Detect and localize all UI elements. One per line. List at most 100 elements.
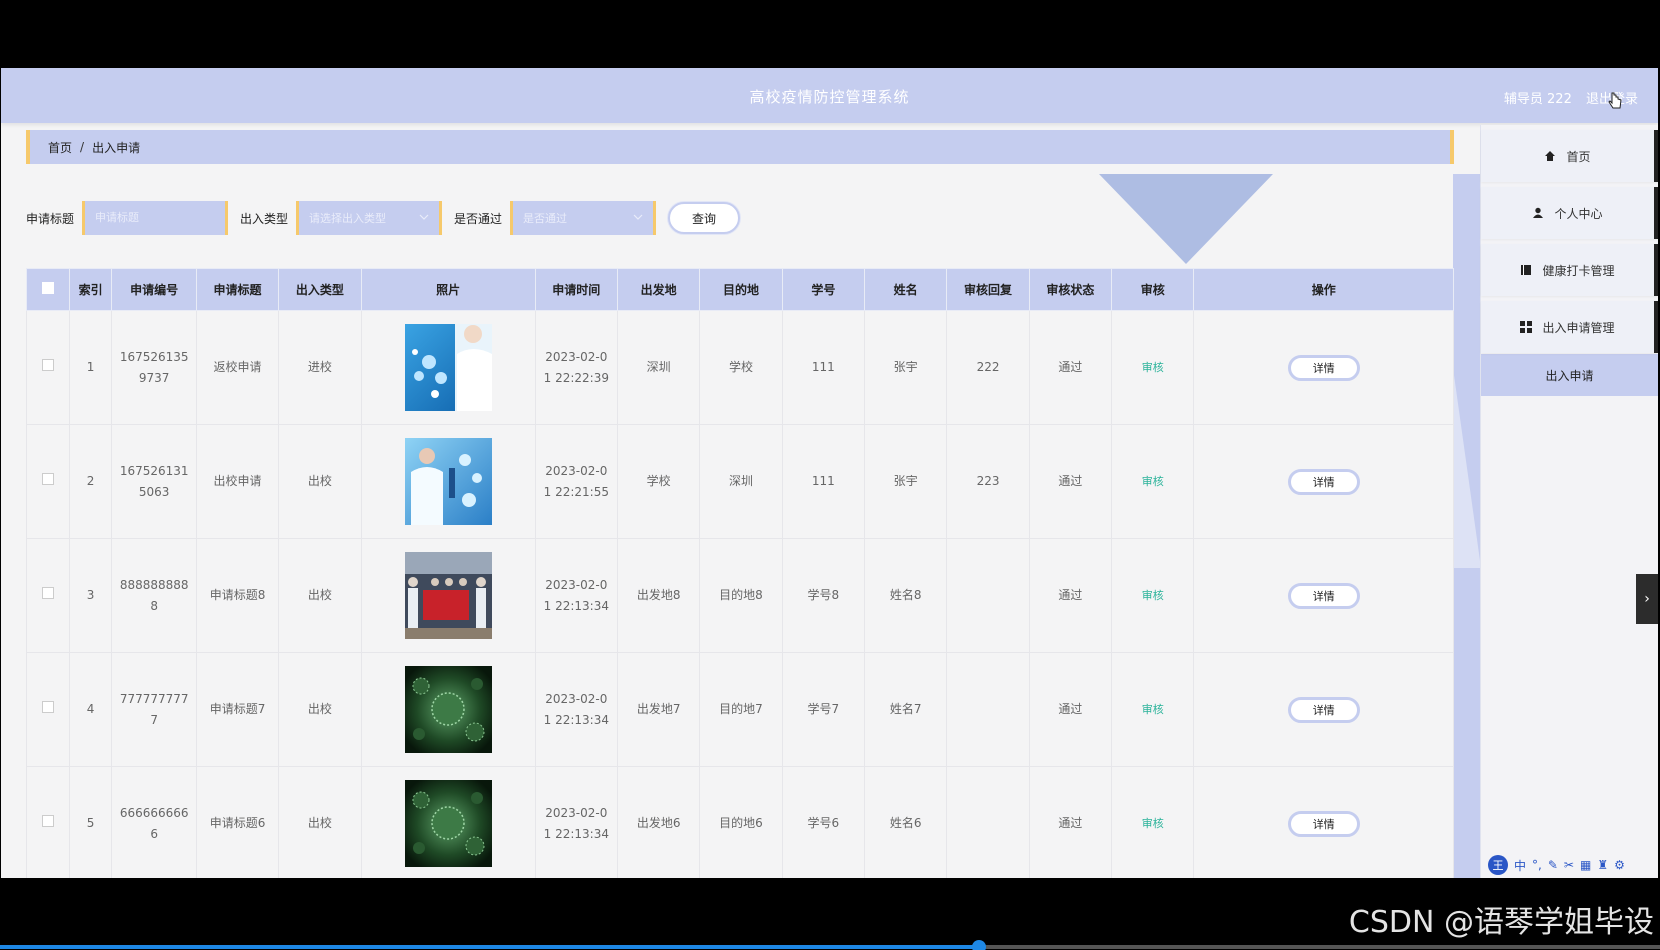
cell-to: 目的地7 xyxy=(699,652,783,767)
table-row: 2 167526131 5063 出校申请 出校 2023-02-0 1 22:… xyxy=(26,424,1454,539)
cell-name: 姓名7 xyxy=(864,652,948,767)
gear-icon[interactable]: ⚙ xyxy=(1614,858,1625,872)
cell-title: 申请标题7 xyxy=(195,652,280,767)
sidebar-item-label: 首页 xyxy=(1566,149,1591,164)
cell-time-line: 1 22:21:55 xyxy=(543,484,609,499)
search-bar: 申请标题 出入类型 请选择出入类型 是否通过 是否通过 查询 xyxy=(26,200,741,236)
audit-link[interactable]: 审核 xyxy=(1142,703,1164,716)
cell-student-no: 111 xyxy=(781,424,866,539)
cell-number: 167526131 5063 xyxy=(111,424,197,539)
cell-status: 通过 xyxy=(1028,538,1113,653)
scissors-icon[interactable]: ✂ xyxy=(1564,858,1574,872)
cell-time-line: 2023-02-0 xyxy=(545,349,608,364)
row-checkbox[interactable] xyxy=(41,587,54,599)
column-header: 审核状态 xyxy=(1028,268,1113,311)
table-header-row: 索引 申请编号 申请标题 出入类型 照片 申请时间 出发地 目的地 学号 姓名 … xyxy=(26,268,1454,311)
cell-number: 888888888 8 xyxy=(111,538,197,653)
detail-button[interactable]: 详情 xyxy=(1287,582,1360,609)
row-checkbox[interactable] xyxy=(41,701,54,713)
cell-from: 出发地8 xyxy=(616,538,701,653)
sidebar-item-label: 出入申请管理 xyxy=(1542,320,1615,335)
cell-to: 深圳 xyxy=(699,424,783,539)
chevron-right-icon[interactable]: › xyxy=(1636,574,1658,624)
breadcrumb: 首页 / 出入申请 xyxy=(26,130,1454,164)
mouse-cursor-icon xyxy=(1608,92,1622,109)
cell-type: 出校 xyxy=(278,538,362,653)
cell-title: 返校申请 xyxy=(195,310,280,425)
sidebar-subitem-access-application[interactable]: 出入申请 xyxy=(1481,354,1658,396)
cell-number-line: 6 xyxy=(150,826,158,841)
select-all-header[interactable] xyxy=(26,268,70,311)
row-checkbox[interactable] xyxy=(41,815,54,827)
cell-type: 出校 xyxy=(278,766,362,878)
home-icon xyxy=(1545,151,1556,161)
cell-time-line: 2023-02-0 xyxy=(545,691,608,706)
cell-time: 2023-02-0 1 22:13:34 xyxy=(534,538,618,653)
audit-link[interactable]: 审核 xyxy=(1142,589,1164,602)
sidebar-item-health-checkin[interactable]: 健康打卡管理 xyxy=(1481,244,1658,296)
cell-time: 2023-02-0 1 22:21:55 xyxy=(534,424,618,539)
cell-from: 出发地7 xyxy=(616,652,701,767)
application-table: 索引 申请编号 申请标题 出入类型 照片 申请时间 出发地 目的地 学号 姓名 … xyxy=(26,268,1454,878)
cell-time: 2023-02-0 1 22:13:34 xyxy=(534,766,618,878)
breadcrumb-separator: / xyxy=(80,140,85,154)
cell-status: 通过 xyxy=(1028,310,1113,425)
decorative-triangle xyxy=(1099,174,1273,264)
cell-to: 目的地8 xyxy=(699,538,783,653)
cell-number-line: 666666666 xyxy=(119,805,189,820)
detail-button[interactable]: 详情 xyxy=(1287,810,1360,837)
video-progress-bar[interactable] xyxy=(0,945,1660,949)
column-header: 审核回复 xyxy=(946,268,1030,311)
cell-student-no: 学号6 xyxy=(781,766,866,878)
ime-toolbar[interactable]: 王 中 °, ✎ ✂ ▦ ♜ ⚙ xyxy=(1488,854,1658,876)
cell-time: 2023-02-0 1 22:13:34 xyxy=(534,652,618,767)
sidebar-item-profile[interactable]: 个人中心 xyxy=(1481,187,1658,239)
query-button[interactable]: 查询 xyxy=(668,202,741,234)
cell-name: 张宇 xyxy=(864,424,948,539)
breadcrumb-home[interactable]: 首页 xyxy=(48,139,72,156)
cell-to: 目的地6 xyxy=(699,766,783,878)
sidebar-item-access-management[interactable]: 出入申请管理 xyxy=(1481,301,1658,353)
pen-icon[interactable]: ✎ xyxy=(1548,858,1558,872)
cell-student-no: 学号7 xyxy=(781,652,866,767)
audit-link[interactable]: 审核 xyxy=(1142,817,1164,830)
sidebar: 首页 个人中心 健康打卡管理 出入申请管理 出入申请 › xyxy=(1480,125,1658,878)
audit-link[interactable]: 审核 xyxy=(1142,361,1164,374)
medical-photo-1 xyxy=(404,324,492,411)
virus-photo xyxy=(404,666,492,753)
type-select-label: 出入类型 xyxy=(240,211,289,226)
medical-photo-2 xyxy=(404,438,492,525)
row-checkbox[interactable] xyxy=(41,473,54,485)
sidebar-item-label: 个人中心 xyxy=(1554,206,1603,221)
cell-index: 2 xyxy=(68,424,113,539)
app-window: 高校疫情防控管理系统 辅导员 222 退出登录 首页 / 出入申请 申请标题 出… xyxy=(1,68,1658,878)
keyboard-icon[interactable]: ▦ xyxy=(1580,858,1591,872)
ime-mode-label[interactable]: 中 xyxy=(1514,857,1526,874)
cell-student-no: 111 xyxy=(781,310,866,425)
chevron-down-icon xyxy=(633,214,643,220)
cell-name: 张宇 xyxy=(864,310,948,425)
audit-link[interactable]: 审核 xyxy=(1142,475,1164,488)
pass-select[interactable]: 是否通过 xyxy=(510,201,657,235)
cell-status: 通过 xyxy=(1028,652,1113,767)
detail-button[interactable]: 详情 xyxy=(1287,696,1360,723)
cell-reply: 222 xyxy=(946,310,1030,425)
row-checkbox[interactable] xyxy=(41,359,54,371)
table-row: 4 777777777 7 申请标题7 出校 2023-02-0 1 22:13… xyxy=(26,652,1454,767)
book-icon xyxy=(1521,265,1532,275)
user-icon xyxy=(1533,207,1544,218)
cell-name: 姓名8 xyxy=(864,538,948,653)
sidebar-item-home[interactable]: 首页 xyxy=(1481,130,1658,182)
decorative-shape xyxy=(1453,368,1481,568)
title-search-input[interactable] xyxy=(82,201,229,235)
detail-button[interactable]: 详情 xyxy=(1287,354,1360,381)
select-all-checkbox[interactable] xyxy=(41,282,54,294)
detail-button[interactable]: 详情 xyxy=(1287,468,1360,495)
table-row: 3 888888888 8 申请标题8 出校 2023-02-0 1 22:13… xyxy=(26,538,1454,653)
video-progress-handle[interactable] xyxy=(972,940,987,950)
column-header: 学号 xyxy=(781,268,866,311)
punctuation-icon[interactable]: °, xyxy=(1532,858,1542,872)
shirt-icon[interactable]: ♜ xyxy=(1597,858,1608,872)
type-select[interactable]: 请选择出入类型 xyxy=(296,201,443,235)
column-header: 申请标题 xyxy=(195,268,280,311)
